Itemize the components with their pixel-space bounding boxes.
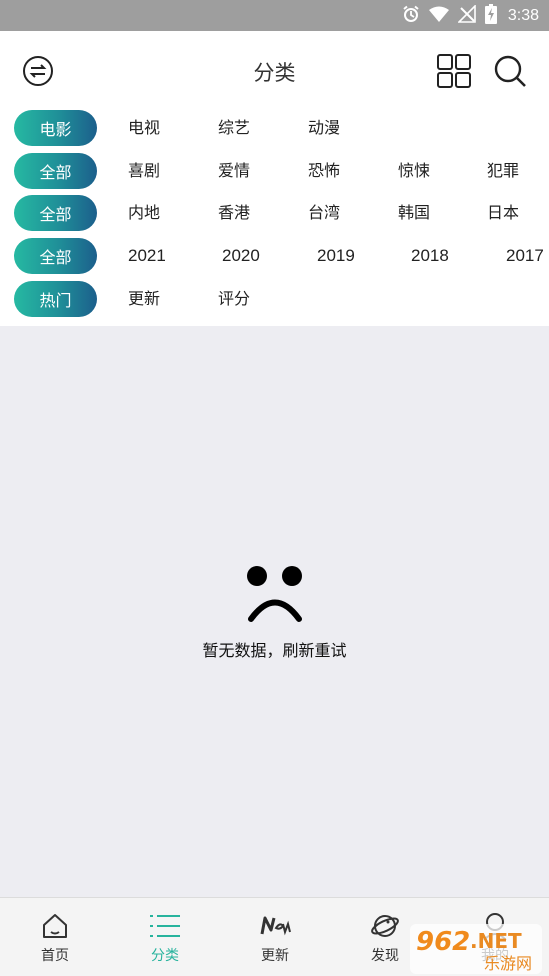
filter-row-sort: 热门 更新 评分 <box>0 281 549 317</box>
filter-option[interactable]: 惊悚 <box>398 153 430 189</box>
filter-option[interactable]: 恐怖 <box>308 153 340 189</box>
filter-row-region: 全部 内地 香港 台湾 韩国 日本 <box>0 195 549 231</box>
sad-face-icon <box>246 564 304 626</box>
filter-option[interactable]: 韩国 <box>398 195 430 231</box>
home-icon <box>41 912 69 940</box>
filter-option[interactable]: 电视 <box>128 110 160 146</box>
tab-label: 更新 <box>261 948 289 964</box>
tab-label: 分类 <box>151 948 179 964</box>
filter-option[interactable]: 喜剧 <box>128 153 160 189</box>
filter-option[interactable]: 2020 <box>222 238 260 274</box>
filter-selected-pill[interactable]: 全部 <box>14 153 97 189</box>
empty-message[interactable]: 暂无数据，刷新重试 <box>0 637 549 661</box>
svg-text:.NET: .NET <box>470 929 522 953</box>
filter-selected-pill[interactable]: 热门 <box>14 281 97 317</box>
filter-selected-pill[interactable]: 全部 <box>14 238 97 274</box>
filter-option[interactable]: 香港 <box>218 195 250 231</box>
svg-text:962: 962 <box>416 927 470 957</box>
alarm-icon <box>402 5 420 27</box>
filter-row-genre: 全部 喜剧 爱情 恐怖 惊悚 犯罪 <box>0 153 549 189</box>
filter-selected-pill[interactable]: 全部 <box>14 195 97 231</box>
svg-text:乐游网: 乐游网 <box>484 954 532 973</box>
filter-option[interactable]: 评分 <box>218 281 250 317</box>
battery-charging-icon <box>484 3 497 28</box>
wifi-icon <box>428 6 449 26</box>
list-icon <box>149 912 181 940</box>
filter-option[interactable]: 综艺 <box>218 110 250 146</box>
filter-selected-pill[interactable]: 电影 <box>14 110 97 146</box>
filter-option[interactable]: 犯罪 <box>487 153 519 189</box>
tab-update[interactable]: 更新 <box>220 898 330 976</box>
watermark-logo: 962 .NET 乐游网 <box>410 922 542 974</box>
tab-category[interactable]: 分类 <box>110 898 220 976</box>
filter-option[interactable]: 2019 <box>317 238 355 274</box>
filter-option[interactable]: 内地 <box>128 195 160 231</box>
empty-state: 暂无数据，刷新重试 <box>0 326 549 897</box>
status-icons: 3:38 <box>402 0 539 31</box>
filter-row-type: 电影 电视 综艺 动漫 <box>0 110 549 146</box>
planet-icon <box>370 912 400 940</box>
grid-icon[interactable] <box>436 53 472 89</box>
search-icon[interactable] <box>492 53 528 89</box>
filter-option[interactable]: 2021 <box>128 238 166 274</box>
filter-option[interactable]: 2018 <box>411 238 449 274</box>
tab-label: 首页 <box>41 948 69 964</box>
filter-panel: 电影 电视 综艺 动漫 全部 喜剧 爱情 恐怖 惊悚 犯罪 全部 内地 香港 台… <box>0 109 549 326</box>
filter-row-year: 全部 2021 2020 2019 2018 2017 <box>0 238 549 274</box>
filter-option[interactable]: 动漫 <box>308 110 340 146</box>
no-signal-icon <box>456 3 476 27</box>
filter-option[interactable]: 2017 <box>506 238 544 274</box>
status-time: 3:38 <box>507 6 539 24</box>
filter-option[interactable]: 日本 <box>487 195 519 231</box>
status-bar: 3:38 <box>0 0 549 31</box>
filter-option[interactable]: 爱情 <box>218 153 250 189</box>
filter-option[interactable]: 台湾 <box>308 195 340 231</box>
tab-home[interactable]: 首页 <box>0 898 110 976</box>
app-bar: 分类 <box>0 31 549 109</box>
filter-option[interactable]: 更新 <box>128 281 160 317</box>
new-badge-icon <box>258 912 292 940</box>
